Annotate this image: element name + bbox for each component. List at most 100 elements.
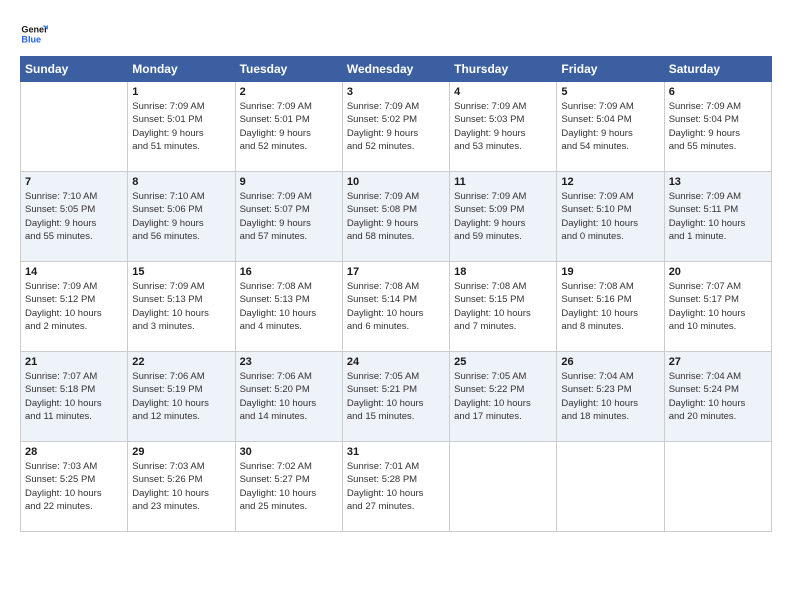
calendar-cell: 5Sunrise: 7:09 AM Sunset: 5:04 PM Daylig… [557, 82, 664, 172]
calendar-week-2: 7Sunrise: 7:10 AM Sunset: 5:05 PM Daylig… [21, 172, 772, 262]
calendar-cell [557, 442, 664, 532]
day-number: 14 [25, 266, 123, 278]
day-info: Sunrise: 7:09 AM Sunset: 5:10 PM Dayligh… [561, 190, 659, 243]
day-number: 25 [454, 356, 552, 368]
logo: General Blue [20, 20, 50, 48]
header-tuesday: Tuesday [235, 57, 342, 82]
day-info: Sunrise: 7:09 AM Sunset: 5:02 PM Dayligh… [347, 100, 445, 153]
day-number: 8 [132, 176, 230, 188]
day-info: Sunrise: 7:02 AM Sunset: 5:27 PM Dayligh… [240, 460, 338, 513]
day-info: Sunrise: 7:03 AM Sunset: 5:26 PM Dayligh… [132, 460, 230, 513]
day-number: 9 [240, 176, 338, 188]
day-info: Sunrise: 7:09 AM Sunset: 5:07 PM Dayligh… [240, 190, 338, 243]
day-number: 4 [454, 86, 552, 98]
calendar-cell: 18 Sunrise: 7:08 AM Sunset: 5:15 PM Dayli… [450, 262, 557, 352]
day-info: Sunrise: 7:06 AM Sunset: 5:20 PM Dayligh… [240, 370, 338, 423]
calendar-cell: 13 Sunrise: 7:09 AM Sunset: 5:11 PM Dayli… [664, 172, 771, 262]
calendar-cell: 24 Sunrise: 7:05 AM Sunset: 5:21 PM Dayli… [342, 352, 449, 442]
day-number: 29 [132, 446, 230, 458]
calendar-cell: 9 Sunrise: 7:09 AM Sunset: 5:07 PM Daylig… [235, 172, 342, 262]
day-number: 10 [347, 176, 445, 188]
calendar-cell [450, 442, 557, 532]
day-info: Sunrise: 7:10 AM Sunset: 5:05 PM Dayligh… [25, 190, 123, 243]
calendar-cell: 23 Sunrise: 7:06 AM Sunset: 5:20 PM Dayli… [235, 352, 342, 442]
calendar-cell: 17 Sunrise: 7:08 AM Sunset: 5:14 PM Dayli… [342, 262, 449, 352]
calendar-cell: 10Sunrise: 7:09 AM Sunset: 5:08 PM Dayli… [342, 172, 449, 262]
day-number: 13 [669, 176, 767, 188]
header-thursday: Thursday [450, 57, 557, 82]
calendar-cell: 30Sunrise: 7:02 AM Sunset: 5:27 PM Dayli… [235, 442, 342, 532]
day-info: Sunrise: 7:04 AM Sunset: 5:24 PM Dayligh… [669, 370, 767, 423]
day-info: Sunrise: 7:08 AM Sunset: 5:16 PM Dayligh… [561, 280, 659, 333]
calendar-cell: 25Sunrise: 7:05 AM Sunset: 5:22 PM Dayli… [450, 352, 557, 442]
day-info: Sunrise: 7:09 AM Sunset: 5:11 PM Dayligh… [669, 190, 767, 243]
calendar-cell: 12 Sunrise: 7:09 AM Sunset: 5:10 PM Dayli… [557, 172, 664, 262]
day-number: 18 [454, 266, 552, 278]
svg-text:Blue: Blue [21, 34, 41, 44]
header-wednesday: Wednesday [342, 57, 449, 82]
calendar-week-3: 14 Sunrise: 7:09 AM Sunset: 5:12 PM Dayli… [21, 262, 772, 352]
calendar-cell [664, 442, 771, 532]
calendar-cell: 4 Sunrise: 7:09 AM Sunset: 5:03 PM Daylig… [450, 82, 557, 172]
calendar-cell: 27Sunrise: 7:04 AM Sunset: 5:24 PM Dayli… [664, 352, 771, 442]
day-info: Sunrise: 7:09 AM Sunset: 5:12 PM Dayligh… [25, 280, 123, 333]
day-number: 23 [240, 356, 338, 368]
day-number: 1 [132, 86, 230, 98]
calendar-cell: 2 Sunrise: 7:09 AM Sunset: 5:01 PM Daylig… [235, 82, 342, 172]
calendar-cell: 22 Sunrise: 7:06 AM Sunset: 5:19 PM Dayli… [128, 352, 235, 442]
calendar-cell: 26 Sunrise: 7:04 AM Sunset: 5:23 PM Dayli… [557, 352, 664, 442]
day-number: 26 [561, 356, 659, 368]
day-number: 2 [240, 86, 338, 98]
header-friday: Friday [557, 57, 664, 82]
calendar-cell: 19 Sunrise: 7:08 AM Sunset: 5:16 PM Dayli… [557, 262, 664, 352]
calendar-cell: 14 Sunrise: 7:09 AM Sunset: 5:12 PM Dayli… [21, 262, 128, 352]
day-number: 31 [347, 446, 445, 458]
day-number: 21 [25, 356, 123, 368]
day-info: Sunrise: 7:09 AM Sunset: 5:04 PM Dayligh… [669, 100, 767, 153]
day-info: Sunrise: 7:09 AM Sunset: 5:03 PM Dayligh… [454, 100, 552, 153]
day-info: Sunrise: 7:01 AM Sunset: 5:28 PM Dayligh… [347, 460, 445, 513]
day-number: 16 [240, 266, 338, 278]
day-info: Sunrise: 7:08 AM Sunset: 5:13 PM Dayligh… [240, 280, 338, 333]
calendar-cell: 11Sunrise: 7:09 AM Sunset: 5:09 PM Dayli… [450, 172, 557, 262]
page-header: General Blue [20, 20, 772, 48]
calendar-cell: 15 Sunrise: 7:09 AM Sunset: 5:13 PM Dayli… [128, 262, 235, 352]
calendar-cell: 21 Sunrise: 7:07 AM Sunset: 5:18 PM Dayli… [21, 352, 128, 442]
header-saturday: Saturday [664, 57, 771, 82]
day-info: Sunrise: 7:04 AM Sunset: 5:23 PM Dayligh… [561, 370, 659, 423]
calendar-week-5: 28 Sunrise: 7:03 AM Sunset: 5:25 PM Dayli… [21, 442, 772, 532]
day-info: Sunrise: 7:06 AM Sunset: 5:19 PM Dayligh… [132, 370, 230, 423]
day-number: 20 [669, 266, 767, 278]
day-number: 19 [561, 266, 659, 278]
calendar-table: SundayMondayTuesdayWednesdayThursdayFrid… [20, 56, 772, 532]
day-info: Sunrise: 7:09 AM Sunset: 5:01 PM Dayligh… [240, 100, 338, 153]
day-number: 6 [669, 86, 767, 98]
calendar-header-row: SundayMondayTuesdayWednesdayThursdayFrid… [21, 57, 772, 82]
day-info: Sunrise: 7:05 AM Sunset: 5:21 PM Dayligh… [347, 370, 445, 423]
day-info: Sunrise: 7:09 AM Sunset: 5:13 PM Dayligh… [132, 280, 230, 333]
day-info: Sunrise: 7:10 AM Sunset: 5:06 PM Dayligh… [132, 190, 230, 243]
day-info: Sunrise: 7:07 AM Sunset: 5:18 PM Dayligh… [25, 370, 123, 423]
calendar-cell: 6 Sunrise: 7:09 AM Sunset: 5:04 PM Daylig… [664, 82, 771, 172]
day-number: 28 [25, 446, 123, 458]
day-info: Sunrise: 7:08 AM Sunset: 5:14 PM Dayligh… [347, 280, 445, 333]
calendar-cell: 20 Sunrise: 7:07 AM Sunset: 5:17 PM Dayli… [664, 262, 771, 352]
day-number: 3 [347, 86, 445, 98]
calendar-cell: 16 Sunrise: 7:08 AM Sunset: 5:13 PM Dayli… [235, 262, 342, 352]
calendar-cell: 3 Sunrise: 7:09 AM Sunset: 5:02 PM Daylig… [342, 82, 449, 172]
day-info: Sunrise: 7:03 AM Sunset: 5:25 PM Dayligh… [25, 460, 123, 513]
day-number: 15 [132, 266, 230, 278]
day-info: Sunrise: 7:08 AM Sunset: 5:15 PM Dayligh… [454, 280, 552, 333]
calendar-cell: 28 Sunrise: 7:03 AM Sunset: 5:25 PM Dayli… [21, 442, 128, 532]
logo-icon: General Blue [20, 20, 48, 48]
day-number: 22 [132, 356, 230, 368]
calendar-cell: 8 Sunrise: 7:10 AM Sunset: 5:06 PM Daylig… [128, 172, 235, 262]
day-number: 12 [561, 176, 659, 188]
day-number: 11 [454, 176, 552, 188]
calendar-cell [21, 82, 128, 172]
day-info: Sunrise: 7:09 AM Sunset: 5:01 PM Dayligh… [132, 100, 230, 153]
day-number: 17 [347, 266, 445, 278]
day-info: Sunrise: 7:07 AM Sunset: 5:17 PM Dayligh… [669, 280, 767, 333]
calendar-week-4: 21 Sunrise: 7:07 AM Sunset: 5:18 PM Dayli… [21, 352, 772, 442]
day-number: 24 [347, 356, 445, 368]
